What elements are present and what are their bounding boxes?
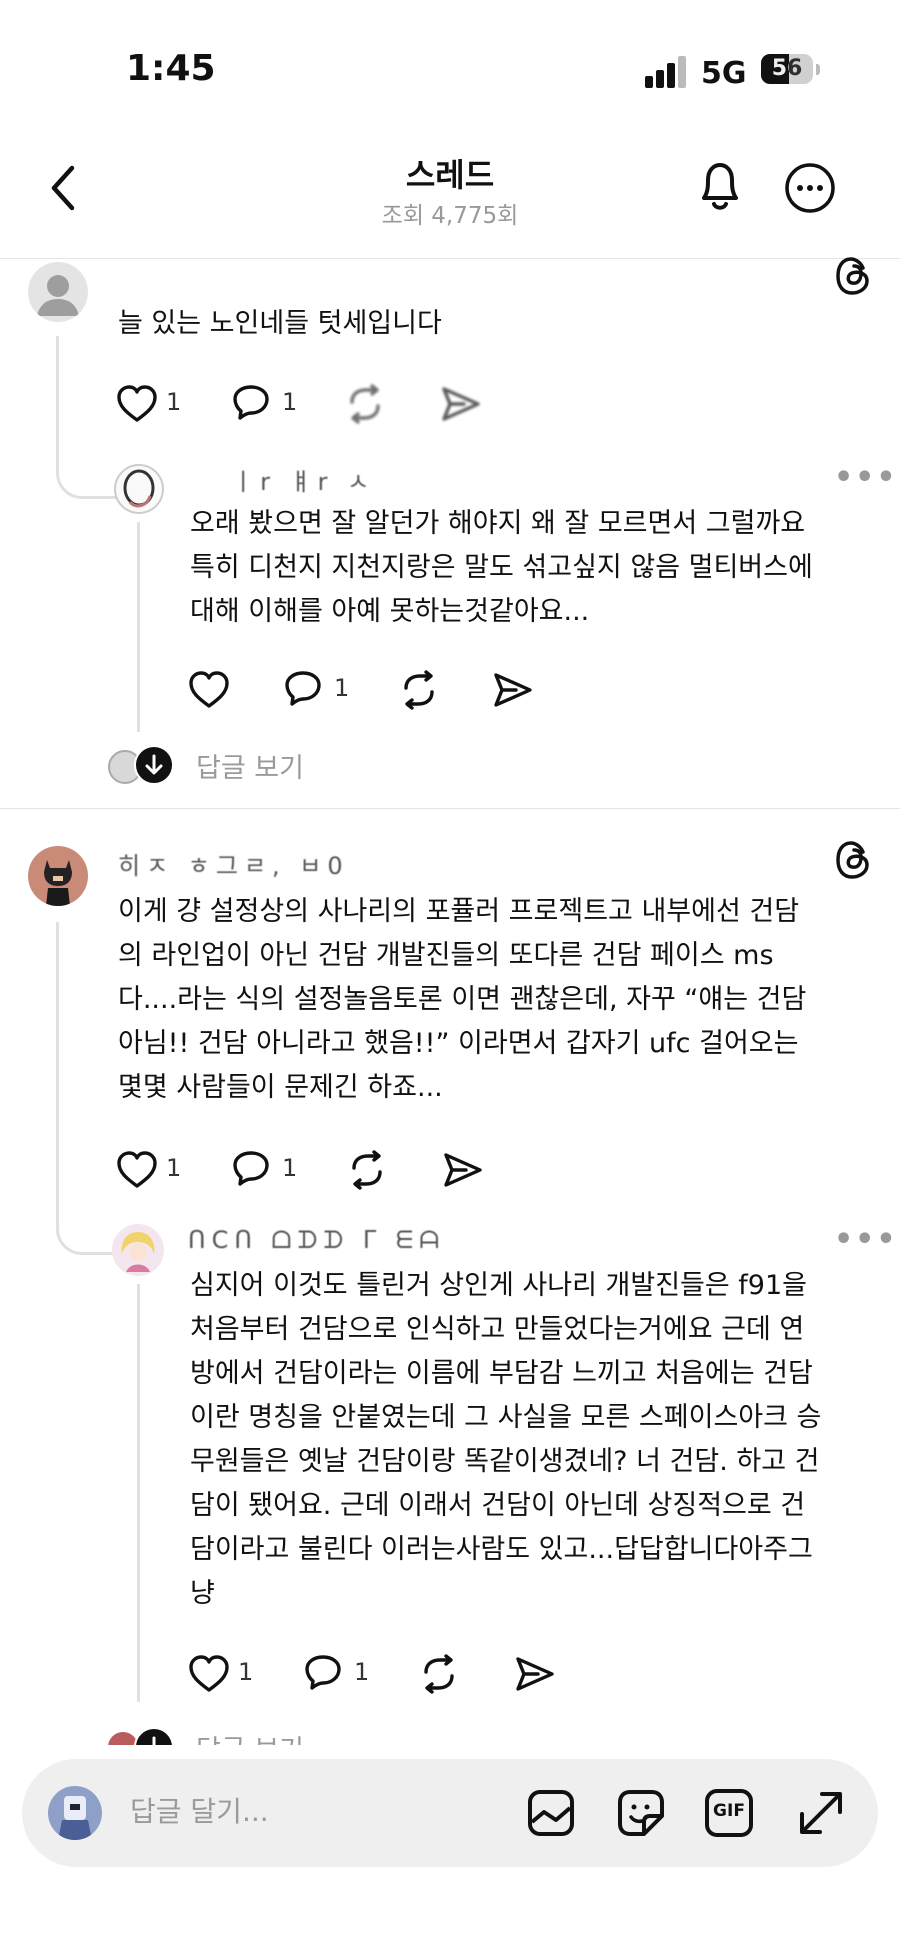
heart-icon (117, 385, 157, 422)
share-icon (442, 387, 480, 421)
repost-icon (404, 670, 434, 710)
like-count: 1 (238, 1658, 254, 1686)
user-avatar (48, 1786, 102, 1840)
repost-button[interactable] (398, 670, 442, 710)
comment-icon (285, 671, 321, 706)
repost-button[interactable] (418, 1654, 462, 1694)
like-button[interactable]: 1 (116, 1150, 186, 1190)
share-button[interactable] (514, 1654, 558, 1694)
share-icon (444, 1153, 482, 1187)
more-options-icon[interactable]: ••• (834, 1222, 898, 1257)
share-button[interactable] (440, 384, 484, 424)
heart-icon (189, 671, 229, 708)
reply-count: 1 (334, 674, 350, 702)
share-icon (516, 1657, 554, 1691)
post-text: 늘 있는 노인네들 텃세입니다 (118, 308, 442, 339)
like-count: 1 (166, 1154, 182, 1182)
comment-icon (233, 1151, 269, 1186)
thread-page: 1:45 5G 56 스레드 조회 4,775회 늘 있는 노인네들 텃세입니다… (0, 0, 900, 1957)
thread-line (137, 1284, 140, 1702)
avatar[interactable] (28, 262, 88, 322)
reply-composer-bar (0, 1745, 900, 1957)
chevron-down-icon (134, 745, 174, 785)
like-button[interactable] (188, 670, 238, 710)
header-divider (0, 258, 900, 259)
gif-label: GIF (713, 1801, 745, 1821)
repost-button[interactable] (344, 384, 388, 424)
avatar[interactable] (28, 846, 88, 906)
thread-connector (56, 336, 117, 499)
reply-text: 심지어 이것도 틀린거 상인게 사나리 개발진들은 f91을 처음부터 건담으로… (190, 1270, 822, 1609)
reply-username[interactable]: ᑎCᑎ ᗝᗪᗪ ᒥ ᗴᗩ (188, 1226, 445, 1254)
comment-icon (233, 385, 269, 420)
heart-icon (189, 1655, 229, 1692)
network-label: 5G (701, 56, 747, 91)
share-button[interactable] (442, 1150, 486, 1190)
bell-icon[interactable] (694, 158, 746, 216)
comment-button[interactable]: 1 (304, 1654, 374, 1694)
repost-icon (350, 384, 380, 424)
heart-icon (117, 1151, 157, 1188)
reply-avatar[interactable] (114, 464, 164, 514)
comment-button[interactable]: 1 (232, 384, 302, 424)
like-count: 1 (166, 388, 182, 416)
share-button[interactable] (492, 670, 536, 710)
like-button[interactable]: 1 (188, 1654, 258, 1694)
signal-icon (645, 54, 689, 88)
comment-button[interactable]: 1 (284, 670, 354, 710)
repost-button[interactable] (346, 1150, 390, 1190)
post-text: 이게 걍 설정상의 사나리의 포퓰러 프로젝트고 내부에선 건담 의 라인업이 … (118, 896, 807, 1103)
gif-icon[interactable]: GIF (704, 1788, 754, 1838)
comment-button[interactable]: 1 (232, 1150, 302, 1190)
repost-icon (352, 1150, 382, 1190)
like-button[interactable]: 1 (116, 384, 186, 424)
page-title: 스레드 (405, 156, 495, 194)
view-count: 조회 4,775회 (381, 203, 519, 229)
expand-icon[interactable] (796, 1788, 846, 1838)
reply-avatar[interactable] (112, 1224, 164, 1276)
repost-icon (424, 1654, 454, 1694)
post-divider (0, 808, 900, 809)
reply-text: 오래 봤으면 잘 알던가 해야지 왜 잘 모르면서 그럴까요 특히 디천지 지천… (190, 508, 813, 627)
reply-count: 1 (282, 1154, 298, 1182)
post-username[interactable]: 히ㅈ ㅎ그ㄹ, ㅂ0 (118, 846, 349, 881)
reply-username[interactable]: ㅣr ㅒr ㅅ (232, 462, 375, 497)
share-icon (494, 673, 532, 707)
reply-count: 1 (282, 388, 298, 416)
status-time: 1:45 (126, 48, 216, 89)
view-replies-link[interactable]: 답글 보기 (196, 746, 304, 785)
thread-connector (56, 922, 117, 1255)
reply-count: 1 (354, 1658, 370, 1686)
threads-logo-icon[interactable] (834, 840, 872, 880)
battery-icon: 56 (761, 54, 813, 84)
more-options-icon[interactable]: ••• (834, 460, 898, 495)
battery-level: 56 (771, 56, 803, 81)
threads-logo-icon[interactable] (834, 256, 872, 296)
thread-line (137, 522, 140, 732)
image-icon[interactable] (526, 1788, 576, 1838)
sticker-icon[interactable] (616, 1788, 666, 1838)
comment-icon (305, 1655, 341, 1690)
reply-input[interactable] (128, 1790, 392, 1832)
more-icon[interactable] (784, 162, 836, 214)
